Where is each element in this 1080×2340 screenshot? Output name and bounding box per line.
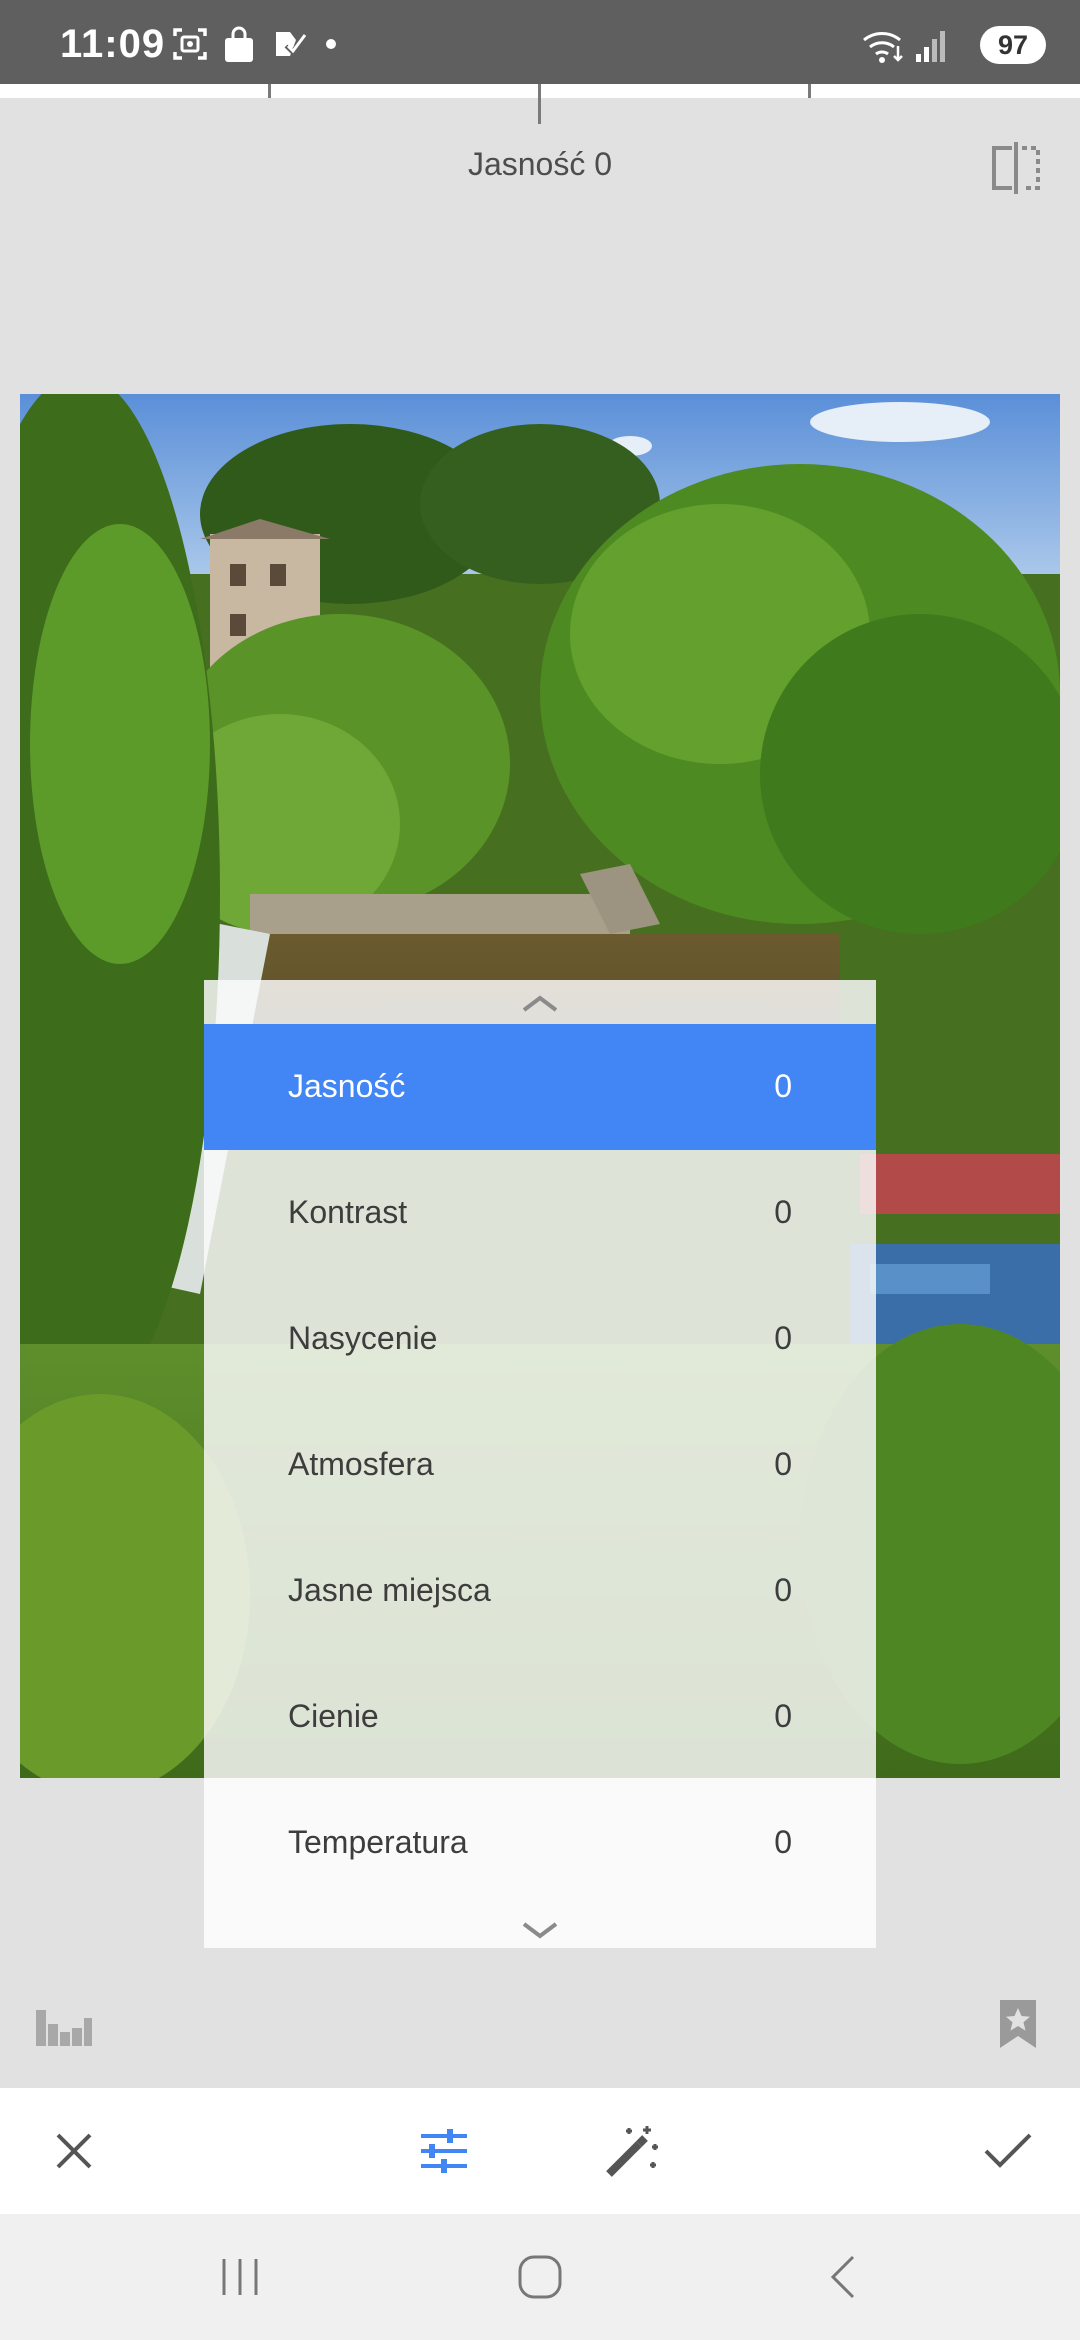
close-icon[interactable] <box>24 2088 124 2214</box>
menu-item-label: Nasycenie <box>288 1320 438 1356</box>
status-time: 11:09 <box>60 22 166 66</box>
histogram-icon[interactable] <box>34 2002 94 2048</box>
ruler-tick <box>808 84 811 98</box>
check-icon[interactable] <box>958 2088 1058 2214</box>
menu-item-value: 0 <box>774 1194 792 1230</box>
menu-item-label: Atmosfera <box>288 1446 434 1482</box>
battery-icon: 97 <box>980 26 1046 64</box>
shopping-bag-icon <box>225 26 253 62</box>
parameter-value-label: Jasność 0 <box>467 146 613 182</box>
menu-item-value: 0 <box>774 1320 792 1356</box>
screenshot-icon <box>173 28 207 60</box>
task-check-icon <box>276 32 308 56</box>
home-icon[interactable] <box>500 2244 580 2310</box>
chevron-down-icon[interactable] <box>520 1920 560 1942</box>
editor-toolbar <box>0 2088 1080 2214</box>
status-bar: 11:09 97 <box>0 0 1080 84</box>
chevron-up-icon[interactable] <box>520 992 560 1014</box>
magic-wand-icon[interactable] <box>582 2088 682 2214</box>
menu-item-kontrast[interactable]: Kontrast 0 <box>204 1150 876 1276</box>
menu-item-value: 0 <box>774 1068 792 1104</box>
adjustments-menu: Jasność 0 Kontrast 0 Nasycenie 0 Atmosfe… <box>204 980 876 1948</box>
tune-sliders-icon[interactable] <box>394 2088 494 2214</box>
menu-item-value: 0 <box>774 1572 792 1608</box>
wifi-icon <box>863 32 903 63</box>
menu-item-value: 0 <box>774 1698 792 1734</box>
bookmark-star-icon[interactable] <box>996 1998 1040 2050</box>
compare-split-icon[interactable] <box>988 140 1044 196</box>
menu-item-jasnosc[interactable]: Jasność 0 <box>204 1024 876 1150</box>
recent-apps-icon[interactable] <box>200 2244 280 2310</box>
ruler-center-marker <box>538 84 541 124</box>
menu-item-label: Temperatura <box>288 1824 468 1860</box>
menu-item-temperatura[interactable]: Temperatura 0 <box>204 1780 876 1906</box>
ruler-tick <box>268 84 271 98</box>
menu-item-atmosfera[interactable]: Atmosfera 0 <box>204 1402 876 1528</box>
menu-item-nasycenie[interactable]: Nasycenie 0 <box>204 1276 876 1402</box>
menu-item-cienie[interactable]: Cienie 0 <box>204 1654 876 1780</box>
menu-item-label: Kontrast <box>288 1194 408 1230</box>
menu-item-value: 0 <box>774 1446 792 1482</box>
system-navigation-bar <box>0 2214 1080 2340</box>
signal-icon <box>916 31 945 62</box>
back-icon[interactable] <box>802 2244 882 2310</box>
menu-item-value: 0 <box>774 1824 792 1860</box>
status-system-icons: 97 <box>862 22 1046 66</box>
menu-item-label: Jasność <box>288 1068 406 1104</box>
dot-icon <box>326 39 336 49</box>
menu-item-label: Jasne miejsca <box>288 1572 491 1608</box>
menu-item-jasne-miejsca[interactable]: Jasne miejsca 0 <box>204 1528 876 1654</box>
menu-item-label: Cienie <box>288 1698 379 1734</box>
